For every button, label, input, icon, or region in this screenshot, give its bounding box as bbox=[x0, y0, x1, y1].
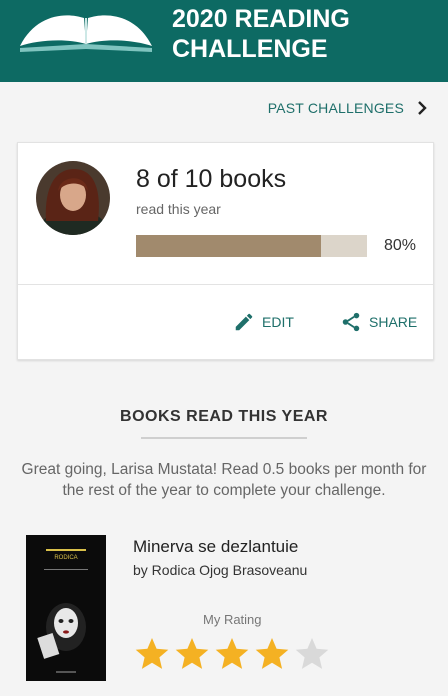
star-filled-icon[interactable] bbox=[253, 636, 291, 672]
star-empty-icon[interactable] bbox=[293, 636, 331, 672]
open-book-icon bbox=[20, 15, 152, 52]
progress-percent: 80% bbox=[384, 237, 417, 254]
card-divider bbox=[18, 284, 433, 285]
avatar[interactable] bbox=[36, 161, 110, 235]
challenge-progress-card: 8 of 10 books read this year 80% EDIT SH… bbox=[17, 142, 434, 360]
book-cover-art: RODICA bbox=[26, 535, 106, 681]
page-title: 2020 READING CHALLENGE bbox=[172, 5, 350, 63]
share-label: SHARE bbox=[369, 314, 418, 330]
edit-label: EDIT bbox=[262, 314, 294, 330]
book-author[interactable]: by Rodica Ojog Brasoveanu bbox=[133, 562, 307, 578]
star-rating[interactable] bbox=[133, 636, 333, 672]
share-button[interactable]: SHARE bbox=[340, 311, 417, 333]
encouragement-message: Great going, Larisa Mustata! Read 0.5 bo… bbox=[21, 461, 427, 499]
book-cover[interactable]: RODICA bbox=[26, 535, 106, 681]
chevron-right-icon bbox=[418, 101, 427, 115]
star-filled-icon[interactable] bbox=[173, 636, 211, 672]
past-challenges-link[interactable]: PAST CHALLENGES bbox=[268, 100, 428, 116]
pencil-icon bbox=[235, 313, 253, 331]
share-icon bbox=[342, 312, 360, 332]
cover-author-text: RODICA bbox=[54, 555, 77, 561]
progress-bar-fill bbox=[136, 235, 321, 257]
rating-label: My Rating bbox=[203, 612, 262, 627]
star-filled-icon[interactable] bbox=[213, 636, 251, 672]
progress-bar bbox=[136, 235, 367, 257]
section-underline bbox=[141, 437, 307, 439]
book-title[interactable]: Minerva se dezlantuie bbox=[133, 537, 298, 557]
books-count-caption: read this year bbox=[136, 201, 221, 217]
user-photo bbox=[36, 161, 110, 235]
star-filled-icon[interactable] bbox=[133, 636, 171, 672]
app-header: 2020 READING CHALLENGE bbox=[0, 0, 448, 82]
books-count: 8 of 10 books bbox=[136, 165, 287, 193]
past-challenges-label: PAST CHALLENGES bbox=[267, 100, 404, 116]
edit-button[interactable]: EDIT bbox=[233, 311, 294, 333]
section-title: BOOKS READ THIS YEAR bbox=[120, 408, 328, 425]
